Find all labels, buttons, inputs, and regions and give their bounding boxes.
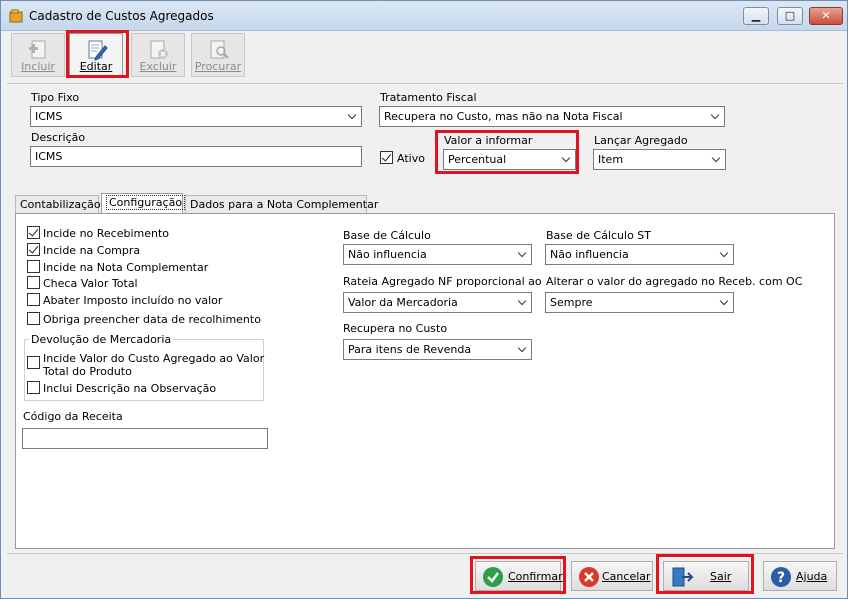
descricao-label: Descrição bbox=[31, 131, 86, 144]
alterar-valor-value: Sempre bbox=[550, 296, 593, 309]
base-calculo-value: Não influencia bbox=[348, 248, 427, 261]
base-calculo-label: Base de Cálculo bbox=[343, 229, 431, 242]
valor-informar-select[interactable]: Percentual bbox=[443, 149, 576, 170]
lancar-agregado-select[interactable]: Item bbox=[593, 149, 726, 170]
abater-imposto-checkbox[interactable] bbox=[27, 293, 40, 306]
incide-valor-custo-label-2: Total do Produto bbox=[43, 365, 132, 378]
base-calculo-st-value: Não influencia bbox=[550, 248, 629, 261]
valor-informar-label: Valor a informar bbox=[444, 134, 533, 147]
excluir-button[interactable]: Excluir bbox=[131, 33, 185, 77]
sair-label: Sair bbox=[710, 570, 732, 583]
ajuda-button[interactable]: ? Ajuda bbox=[763, 561, 837, 591]
tratamento-label: Tratamento Fiscal bbox=[380, 91, 477, 104]
codigo-receita-label: Código da Receita bbox=[23, 410, 123, 423]
incide-recebimento-checkbox[interactable] bbox=[27, 226, 40, 239]
incide-nota-complementar-label: Incide na Nota Complementar bbox=[43, 261, 209, 274]
inclui-descricao-label: Inclui Descrição na Observação bbox=[43, 382, 217, 395]
tab-contabilizacao[interactable]: Contabilização bbox=[15, 195, 101, 214]
recupera-custo-label: Recupera no Custo bbox=[343, 322, 448, 335]
abater-imposto-label: Abater Imposto incluído no valor bbox=[43, 294, 223, 307]
lancar-agregado-label: Lançar Agregado bbox=[594, 134, 688, 147]
codigo-receita-input[interactable] bbox=[22, 428, 268, 449]
excluir-label: Excluir bbox=[139, 60, 177, 73]
alterar-valor-label: Alterar o valor do agregado no Receb. co… bbox=[546, 275, 803, 288]
incide-recebimento-label: Incide no Recebimento bbox=[43, 227, 170, 240]
inclui-descricao-checkbox[interactable] bbox=[27, 381, 40, 394]
ajuda-label: Ajuda bbox=[796, 570, 828, 583]
tipo-fixo-label: Tipo Fixo bbox=[31, 91, 80, 104]
tratamento-value: Recupera no Custo, mas não na Nota Fisca… bbox=[384, 110, 623, 123]
confirmar-label: Confirmar bbox=[508, 570, 563, 583]
descricao-value: ICMS bbox=[35, 150, 63, 163]
incide-valor-custo-label-1: Incide Valor do Custo Agregado ao Valor bbox=[43, 352, 265, 365]
rateia-label: Rateia Agregado NF proporcional ao bbox=[343, 275, 542, 288]
minimize-button[interactable]: ▁ bbox=[743, 7, 769, 25]
incide-compra-label: Incide na Compra bbox=[43, 244, 141, 257]
lancar-agregado-value: Item bbox=[598, 153, 624, 166]
title-bar: Cadastro de Custos Agregados ▁ □ ✕ bbox=[1, 1, 847, 31]
incluir-button[interactable]: Incluir bbox=[11, 33, 65, 77]
rateia-select[interactable]: Valor da Mercadoria bbox=[343, 292, 532, 313]
procurar-button[interactable]: Procurar bbox=[191, 33, 245, 77]
cancelar-label: Cancelar bbox=[602, 570, 651, 583]
bottom-bar: Confirmar Cancelar Sair ? Ajuda bbox=[7, 553, 843, 597]
rateia-value: Valor da Mercadoria bbox=[348, 296, 458, 309]
editar-button[interactable]: Editar bbox=[69, 33, 123, 77]
base-calculo-st-select[interactable]: Não influencia bbox=[545, 244, 734, 265]
configuracao-panel: Incide no Recebimento Incide na Compra I… bbox=[15, 213, 835, 549]
edit-document-icon bbox=[88, 40, 108, 61]
valor-informar-value: Percentual bbox=[448, 153, 507, 166]
toolbar: Incluir Editar Excluir Procurar bbox=[7, 31, 843, 79]
confirmar-button[interactable]: Confirmar bbox=[475, 561, 563, 591]
obriga-data-recolhimento-label: Obriga preencher data de recolhimento bbox=[43, 313, 261, 326]
incide-valor-custo-checkbox[interactable] bbox=[27, 356, 40, 369]
close-button[interactable]: ✕ bbox=[809, 7, 843, 25]
svg-text:?: ? bbox=[777, 570, 785, 586]
tipo-fixo-select[interactable]: ICMS bbox=[30, 106, 362, 127]
window-title: Cadastro de Custos Agregados bbox=[29, 9, 214, 23]
tab-configuracao[interactable]: Configuração bbox=[101, 193, 186, 214]
x-circle-icon bbox=[579, 567, 599, 587]
tab-dados-nota-complementar-label: Dados para a Nota Complementar bbox=[190, 198, 379, 211]
recupera-custo-select[interactable]: Para itens de Revenda bbox=[343, 339, 532, 360]
procurar-label: Procurar bbox=[194, 60, 242, 73]
tipo-fixo-value: ICMS bbox=[35, 110, 63, 123]
incide-compra-checkbox[interactable] bbox=[27, 243, 40, 256]
checa-valor-total-label: Checa Valor Total bbox=[43, 277, 138, 290]
ativo-checkbox[interactable] bbox=[380, 151, 393, 164]
delete-document-icon bbox=[150, 40, 168, 59]
cancelar-button[interactable]: Cancelar bbox=[571, 561, 653, 591]
base-calculo-select[interactable]: Não influencia bbox=[343, 244, 532, 265]
question-icon: ? bbox=[771, 567, 791, 587]
search-document-icon bbox=[210, 40, 229, 59]
descricao-input[interactable]: ICMS bbox=[30, 146, 362, 167]
door-exit-icon bbox=[672, 567, 694, 587]
editar-label: Editar bbox=[79, 60, 113, 73]
check-circle-icon bbox=[483, 567, 503, 587]
alterar-valor-select[interactable]: Sempre bbox=[545, 292, 734, 313]
tratamento-select[interactable]: Recupera no Custo, mas não na Nota Fisca… bbox=[379, 106, 725, 127]
maximize-button[interactable]: □ bbox=[777, 7, 803, 25]
sair-button[interactable]: Sair bbox=[663, 561, 749, 591]
checa-valor-total-checkbox[interactable] bbox=[27, 276, 40, 289]
base-calculo-st-label: Base de Cálculo ST bbox=[546, 229, 652, 242]
tab-dados-nota-complementar[interactable]: Dados para a Nota Complementar bbox=[185, 195, 378, 214]
folder-icon bbox=[9, 9, 23, 23]
tab-configuracao-label: Configuração bbox=[106, 195, 186, 210]
incide-nota-complementar-checkbox[interactable] bbox=[27, 260, 40, 273]
tab-contabilizacao-label: Contabilização bbox=[20, 198, 101, 211]
add-document-icon bbox=[29, 40, 46, 59]
devolucao-title: Devolução de Mercadoria bbox=[29, 333, 174, 346]
ativo-label: Ativo bbox=[397, 152, 425, 165]
incluir-label: Incluir bbox=[21, 60, 55, 73]
obriga-data-recolhimento-checkbox[interactable] bbox=[27, 312, 40, 325]
recupera-custo-value: Para itens de Revenda bbox=[348, 343, 472, 356]
main-window: Cadastro de Custos Agregados ▁ □ ✕ Inclu… bbox=[0, 0, 848, 599]
